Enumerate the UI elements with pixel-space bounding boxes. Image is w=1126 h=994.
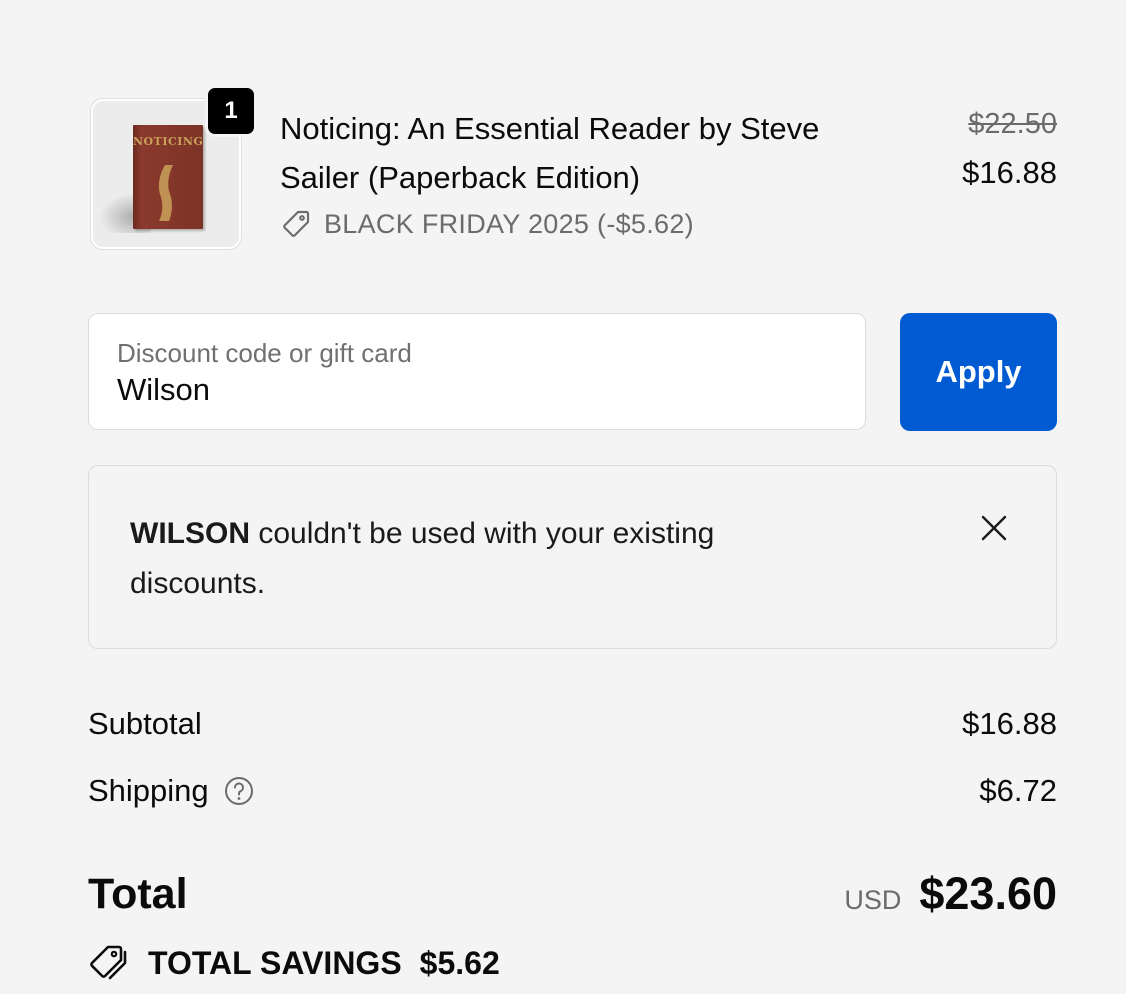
product-price: $16.88: [962, 155, 1057, 190]
product-discount-label: BLACK FRIDAY 2025 (-$5.62): [324, 208, 694, 239]
tags-icon: [90, 945, 127, 980]
total-row: Total USD $23.60: [88, 864, 1057, 924]
notice-code: WILSON: [130, 517, 250, 550]
book-cover-art: [158, 165, 173, 221]
discount-code-input[interactable]: Wilson: [117, 372, 210, 408]
shipping-label-group: Shipping: [88, 773, 255, 809]
discount-code-field[interactable]: Discount code or gift card Wilson: [88, 313, 866, 430]
savings-label: TOTAL SAVINGS: [148, 944, 402, 981]
product-title: Noticing: An Essential Reader by Steve S…: [280, 111, 820, 195]
subtotal-label: Subtotal: [88, 706, 202, 741]
close-icon[interactable]: [979, 513, 1009, 543]
subtotal-value: $16.88: [962, 706, 1057, 741]
order-summary: NOTICING 1 Noticing: An Essential Reader…: [88, 0, 1057, 994]
help-icon[interactable]: [223, 775, 255, 807]
shipping-label: Shipping: [88, 773, 209, 808]
total-savings: TOTAL SAVINGS $5.62: [88, 940, 500, 986]
shipping-row: Shipping $6.72: [88, 769, 1057, 813]
notice-text: WILSON couldn't be used with your existi…: [130, 509, 850, 609]
total-amount-group: USD $23.60: [844, 868, 1057, 920]
total-value: $23.60: [919, 868, 1057, 919]
currency-code: USD: [844, 885, 902, 915]
total-label: Total: [88, 869, 188, 918]
discount-code-label: Discount code or gift card: [117, 338, 412, 368]
apply-button[interactable]: Apply: [900, 313, 1057, 431]
product-discount: BLACK FRIDAY 2025 (-$5.62): [280, 206, 694, 242]
original-price: $22.50: [968, 108, 1057, 140]
discount-error-notice: WILSON couldn't be used with your existi…: [88, 465, 1057, 649]
savings-value: $5.62: [419, 944, 500, 981]
quantity-badge: 1: [205, 85, 257, 137]
tag-icon: [283, 210, 310, 237]
subtotal-row: Subtotal $16.88: [88, 702, 1057, 746]
shipping-value: $6.72: [979, 773, 1057, 808]
book-cover: NOTICING: [133, 125, 203, 229]
